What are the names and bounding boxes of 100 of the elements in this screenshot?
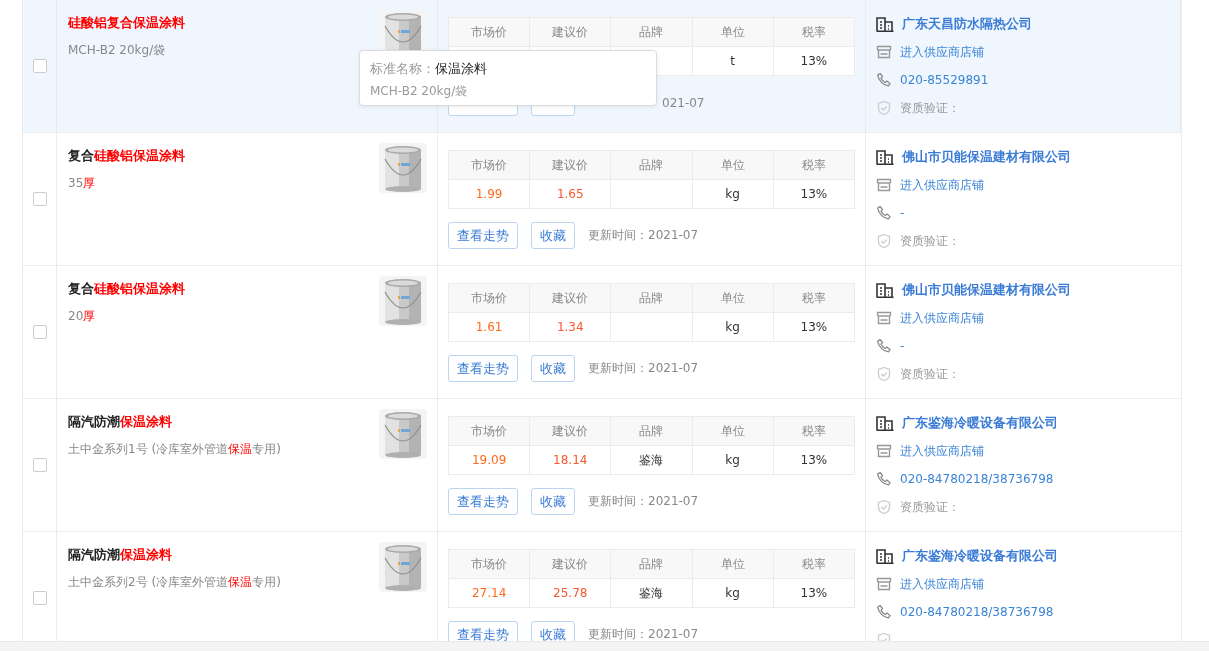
shop-link[interactable]: 进入供应商店铺 — [900, 309, 984, 327]
shop-icon — [876, 178, 892, 192]
product-spec: 土中金系列2号 (冷库室外管道保温专用) — [68, 575, 281, 589]
phone-icon — [876, 205, 892, 221]
shield-check-icon — [876, 366, 892, 382]
brand: 鉴海 — [639, 452, 664, 467]
shield-check-icon — [876, 499, 892, 515]
supplier-name[interactable]: 广东鉴海冷暖设备有限公司 — [902, 414, 1058, 432]
suggested-price: 1.34 — [556, 320, 584, 334]
column-header: 品牌 — [610, 17, 693, 47]
unit: kg — [725, 453, 740, 467]
product-title[interactable]: 隔汽防潮保温涂料 — [68, 546, 172, 564]
market-price: 1.99 — [475, 187, 503, 201]
qualification-label: 资质验证： — [900, 232, 960, 250]
column-header: 品牌 — [610, 150, 693, 180]
unit: kg — [725, 586, 740, 600]
column-header: 单位 — [692, 549, 774, 579]
checkbox[interactable] — [32, 325, 47, 339]
qualification-label: 资质验证： — [900, 498, 960, 516]
phone-icon — [876, 604, 892, 620]
suggested-price: 1.65 — [556, 187, 584, 201]
phone-icon — [876, 338, 892, 354]
favorite-button[interactable]: 收藏 — [531, 355, 575, 382]
column-header: 建议价 — [529, 416, 611, 446]
suggested-price: 18.14 — [553, 453, 588, 467]
market-price: 27.14 — [471, 586, 507, 600]
column-header: 市场价 — [448, 549, 530, 579]
shop-icon — [876, 45, 892, 59]
column-header: 单位 — [692, 17, 774, 47]
product-spec: 35厚 — [68, 176, 96, 190]
phone-number: 020-84780218/38736798 — [900, 472, 1054, 486]
column-header: 税率 — [773, 416, 855, 446]
phone-icon — [876, 471, 892, 487]
trend-button[interactable]: 查看走势 — [448, 621, 518, 641]
unit: kg — [725, 187, 740, 201]
column-header: 税率 — [773, 283, 855, 313]
product-spec: MCH-B2 20kg/袋 — [68, 43, 166, 57]
building-icon — [876, 16, 894, 32]
column-header: 市场价 — [448, 17, 530, 47]
building-icon — [876, 282, 894, 298]
phone-icon — [876, 72, 892, 88]
trend-button[interactable]: 查看走势 — [448, 488, 518, 515]
brand: 鉴海 — [639, 585, 664, 600]
update-time: 更新时间：2021-07 — [588, 493, 699, 510]
shop-link[interactable]: 进入供应商店铺 — [900, 43, 984, 61]
product-spec: 20厚 — [68, 309, 96, 323]
favorite-button[interactable]: 收藏 — [531, 488, 575, 515]
tooltip-spec: MCH-B2 20kg/袋 — [370, 83, 469, 100]
checkbox[interactable] — [32, 59, 47, 73]
update-time: 021-07 — [662, 95, 705, 110]
shop-icon — [876, 444, 892, 458]
update-time: 更新时间：2021-07 — [588, 626, 699, 641]
supplier-name[interactable]: 广东天昌防水隔热公司 — [902, 15, 1032, 33]
checkbox[interactable] — [32, 591, 47, 605]
phone-number: 020-84780218/38736798 — [900, 605, 1054, 619]
favorite-button[interactable]: 收藏 — [531, 621, 575, 641]
column-header: 税率 — [773, 17, 855, 47]
column-header: 单位 — [692, 416, 774, 446]
supplier-name[interactable]: 佛山市贝能保温建材有限公司 — [902, 148, 1071, 166]
update-time: 更新时间：2021-07 — [588, 360, 699, 377]
product-title[interactable]: 复合硅酸铝保温涂料 — [68, 147, 185, 165]
shop-link[interactable]: 进入供应商店铺 — [900, 575, 984, 593]
building-icon — [876, 415, 894, 431]
product-title[interactable]: 隔汽防潮保温涂料 — [68, 413, 172, 431]
suggested-price: 25.78 — [553, 586, 588, 600]
shield-check-icon — [876, 100, 892, 116]
building-icon — [876, 548, 894, 564]
market-price: 19.09 — [471, 453, 507, 467]
favorite-button[interactable]: 收藏 — [531, 222, 575, 249]
phone-number: - — [900, 339, 905, 353]
column-header: 品牌 — [610, 549, 693, 579]
tax-rate: 13% — [800, 453, 828, 467]
trend-button[interactable]: 查看走势 — [448, 222, 518, 249]
unit: kg — [725, 320, 740, 334]
building-icon — [876, 149, 894, 165]
column-header: 品牌 — [610, 416, 693, 446]
column-header: 单位 — [692, 283, 774, 313]
unit: t — [730, 54, 735, 68]
tax-rate: 13% — [800, 320, 828, 334]
column-header: 税率 — [773, 549, 855, 579]
shop-icon — [876, 311, 892, 325]
product-title[interactable]: 硅酸铝复合保温涂料 — [68, 14, 185, 32]
column-header: 税率 — [773, 150, 855, 180]
trend-button[interactable]: 查看走势 — [448, 355, 518, 382]
qualification-label: 资质验证： — [900, 365, 960, 383]
shop-link[interactable]: 进入供应商店铺 — [900, 176, 984, 194]
column-header: 建议价 — [529, 549, 611, 579]
phone-number: - — [900, 206, 905, 220]
product-spec: 土中金系列1号 (冷库室外管道保温专用) — [68, 442, 281, 456]
column-header: 建议价 — [529, 283, 611, 313]
column-header: 品牌 — [610, 283, 693, 313]
product-title[interactable]: 复合硅酸铝保温涂料 — [68, 280, 185, 298]
checkbox[interactable] — [32, 192, 47, 206]
column-header: 建议价 — [529, 150, 611, 180]
shop-link[interactable]: 进入供应商店铺 — [900, 442, 984, 460]
supplier-name[interactable]: 佛山市贝能保温建材有限公司 — [902, 281, 1071, 299]
checkbox[interactable] — [32, 458, 47, 472]
shop-icon — [876, 577, 892, 591]
supplier-name[interactable]: 广东鉴海冷暖设备有限公司 — [902, 547, 1058, 565]
tax-rate: 13% — [800, 187, 828, 201]
